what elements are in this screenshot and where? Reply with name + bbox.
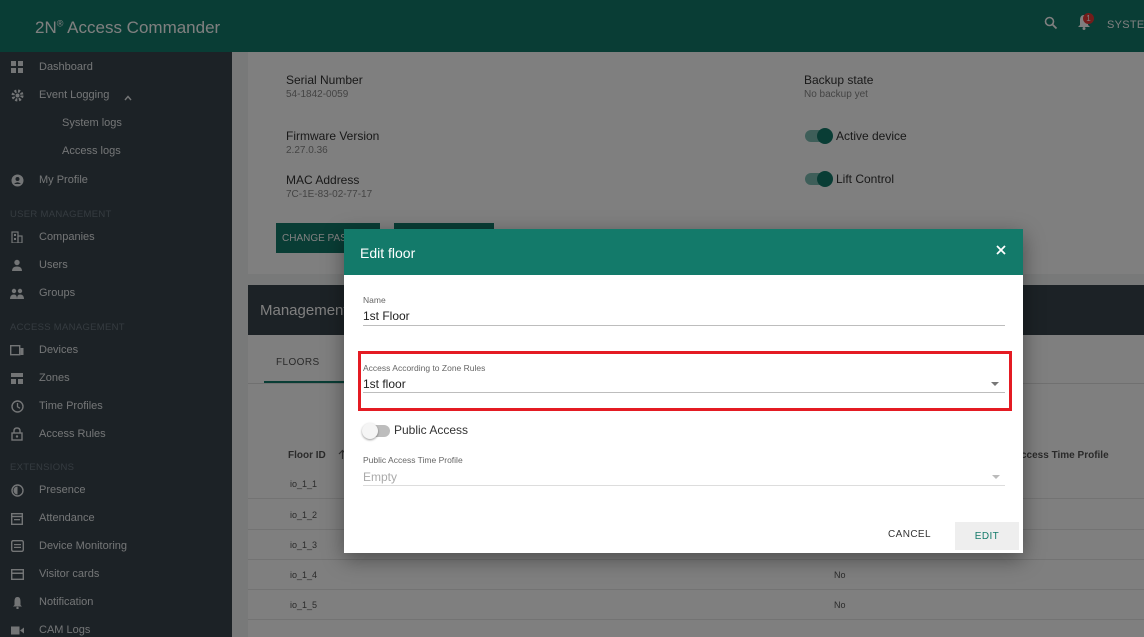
- name-input-underline: [363, 325, 1005, 326]
- edit-button[interactable]: EDIT: [955, 522, 1019, 550]
- public-time-profile-label: Public Access Time Profile: [363, 455, 463, 465]
- public-time-profile-underline: [363, 485, 1005, 486]
- public-access-toggle[interactable]: [362, 423, 390, 439]
- cancel-button[interactable]: CANCEL: [888, 529, 931, 540]
- chevron-down-icon[interactable]: [991, 382, 999, 386]
- name-field-label: Name: [363, 295, 386, 305]
- close-icon[interactable]: [994, 243, 1008, 262]
- chevron-down-icon[interactable]: [992, 475, 1000, 479]
- zone-rules-select[interactable]: 1st floor: [363, 377, 406, 391]
- dialog-header: Edit floor: [344, 229, 1023, 275]
- public-access-label: Public Access: [394, 423, 469, 437]
- edit-floor-dialog: Edit floor Name 1st Floor Access Accordi…: [344, 229, 1023, 553]
- dialog-title: Edit floor: [360, 245, 416, 261]
- zone-rules-underline: [363, 392, 1005, 393]
- name-input[interactable]: 1st Floor: [363, 309, 410, 323]
- highlight-box: [358, 351, 1012, 411]
- public-time-profile-select[interactable]: Empty: [363, 470, 397, 484]
- zone-rules-label: Access According to Zone Rules: [363, 363, 486, 373]
